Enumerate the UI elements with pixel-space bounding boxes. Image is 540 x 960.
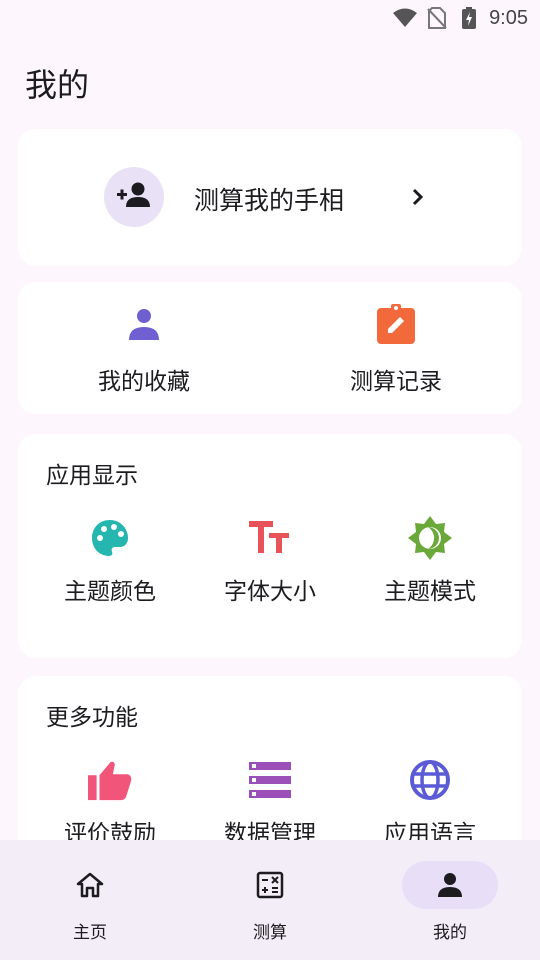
- nav-calculate-label: 测算: [253, 923, 287, 943]
- font-size-label: 字体大小: [224, 579, 316, 605]
- nav-mine-label: 我的: [433, 923, 467, 943]
- app-language-label: 应用语言: [384, 821, 476, 840]
- page-title: 我的: [25, 66, 90, 104]
- font-size-button[interactable]: 字体大小: [190, 516, 350, 616]
- more-features-card: 更多功能 评价鼓励 数据管理 应用语言: [18, 676, 522, 840]
- quick-actions-card: 我的收藏 测算记录: [18, 282, 522, 414]
- bottom-navigation: 主页 测算 我的: [0, 840, 540, 960]
- rate-app-label: 评价鼓励: [64, 821, 156, 840]
- storage-icon: [248, 758, 292, 802]
- home-icon: [42, 861, 138, 909]
- avatar: [104, 167, 164, 227]
- theme-mode-button[interactable]: 主题模式: [350, 516, 510, 616]
- nav-home-label: 主页: [73, 923, 107, 943]
- clock: 9:05: [489, 6, 528, 29]
- theme-mode-label: 主题模式: [384, 579, 476, 605]
- history-button[interactable]: 测算记录: [270, 282, 522, 414]
- theme-color-button[interactable]: 主题颜色: [30, 516, 190, 616]
- section-title: 更多功能: [46, 705, 138, 731]
- battery-charging-icon: [457, 6, 481, 30]
- nav-calculate[interactable]: 测算: [180, 840, 360, 960]
- person-icon: [124, 304, 164, 344]
- favorites-label: 我的收藏: [98, 369, 190, 395]
- theme-color-label: 主题颜色: [64, 579, 156, 605]
- content-scroll[interactable]: 测算我的手相 我的收藏 测算记录 应用显示 主题颜色 字体大小 主题模式 更多功…: [0, 128, 540, 840]
- brightness-icon: [408, 516, 452, 560]
- section-title: 应用显示: [46, 463, 138, 489]
- no-sim-icon: [425, 6, 449, 30]
- palm-reading-card[interactable]: 测算我的手相: [18, 129, 522, 266]
- status-bar: 9:05: [0, 0, 540, 36]
- app-language-button[interactable]: 应用语言: [350, 758, 510, 840]
- data-management-button[interactable]: 数据管理: [190, 758, 350, 840]
- person-icon: [402, 861, 498, 909]
- nav-mine[interactable]: 我的: [360, 840, 540, 960]
- thumbs-up-icon: [88, 758, 132, 802]
- palette-icon: [88, 516, 132, 560]
- add-person-icon: [116, 181, 152, 213]
- display-settings-card: 应用显示 主题颜色 字体大小 主题模式: [18, 434, 522, 658]
- rate-app-button[interactable]: 评价鼓励: [30, 758, 190, 840]
- clipboard-edit-icon: [376, 304, 416, 344]
- data-management-label: 数据管理: [224, 821, 316, 840]
- palm-reading-label: 测算我的手相: [194, 186, 345, 215]
- chevron-right-icon: [406, 185, 430, 209]
- wifi-icon: [393, 6, 418, 30]
- globe-icon: [408, 758, 452, 802]
- nav-home[interactable]: 主页: [0, 840, 180, 960]
- text-size-icon: [248, 516, 292, 560]
- favorites-button[interactable]: 我的收藏: [18, 282, 270, 414]
- history-label: 测算记录: [350, 369, 442, 395]
- calculator-icon: [222, 861, 318, 909]
